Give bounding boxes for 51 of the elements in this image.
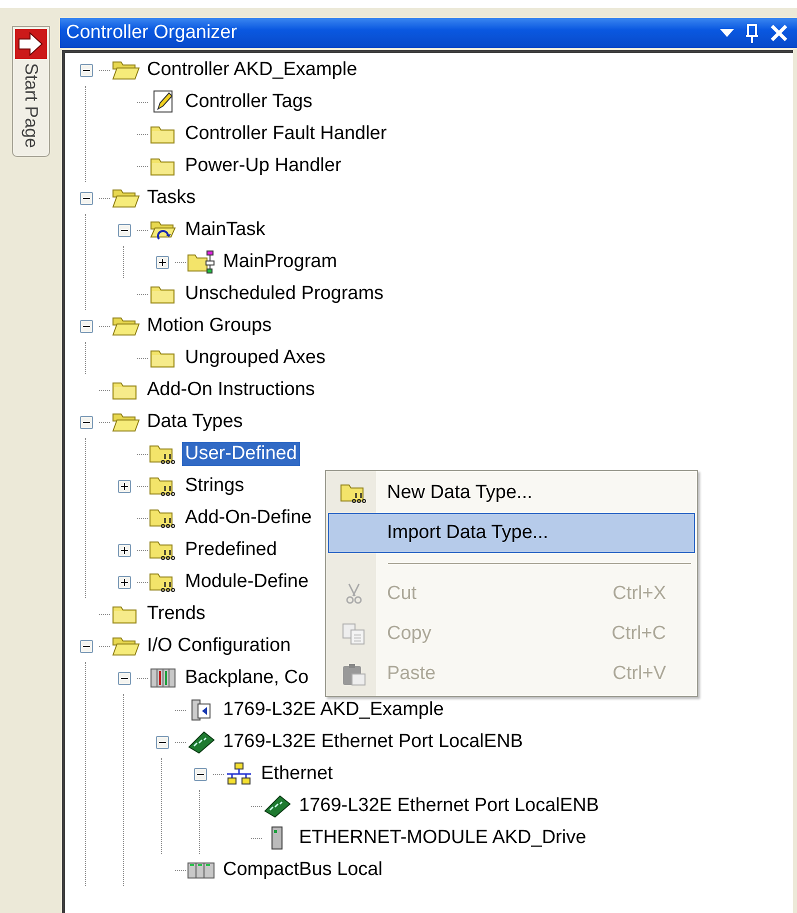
collapse-toggle[interactable] [80, 640, 92, 652]
tree-item[interactable]: Motion Groups [144, 314, 275, 338]
collapse-toggle[interactable] [118, 672, 130, 684]
menu-item[interactable]: New Data Type... [328, 473, 695, 513]
expand-toggle[interactable] [156, 256, 168, 268]
tree-item[interactable]: Data Types [144, 410, 246, 434]
tree-item[interactable]: MainProgram [220, 250, 340, 274]
tree-item[interactable]: User-Defined [182, 442, 300, 466]
tree-item[interactable]: Controller Fault Handler [182, 122, 390, 146]
network-icon [224, 761, 254, 787]
collapse-toggle[interactable] [156, 736, 168, 748]
tree-item[interactable]: Add-On Instructions [144, 378, 318, 402]
tree-item[interactable]: 1769-L32E AKD_Example [220, 698, 447, 722]
tree-item[interactable]: Backplane, Co [182, 666, 312, 690]
collapse-toggle[interactable] [118, 224, 130, 236]
arrow-right-icon [15, 29, 47, 59]
tree-item[interactable]: Ungrouped Axes [182, 346, 328, 370]
tree-item[interactable]: I/O Configuration [144, 634, 294, 658]
tree-item[interactable]: Ethernet [258, 762, 336, 786]
tree-item[interactable]: Controller Tags [182, 90, 316, 114]
collapse-toggle[interactable] [80, 320, 92, 332]
tree-item[interactable]: 1769-L32E Ethernet Port LocalENB [220, 730, 526, 754]
start-page-tab[interactable]: Start Page [12, 26, 50, 158]
tree-item[interactable]: Module-Define [182, 570, 312, 594]
collapse-toggle[interactable] [80, 416, 92, 428]
pin-icon[interactable] [745, 23, 759, 43]
tree-item[interactable]: 1769-L32E Ethernet Port LocalENB [296, 794, 602, 818]
tree-item[interactable]: Controller AKD_Example [144, 58, 360, 82]
collapse-toggle[interactable] [80, 64, 92, 76]
circuit-card-icon [186, 729, 216, 755]
tree-item[interactable]: Power-Up Handler [182, 154, 344, 178]
collapse-toggle[interactable] [194, 768, 206, 780]
tree-item[interactable]: ETHERNET-MODULE AKD_Drive [296, 826, 590, 850]
tree-item[interactable]: Add-On-Define [182, 506, 315, 530]
expand-toggle[interactable] [118, 480, 130, 492]
tree-item[interactable]: Predefined [182, 538, 280, 562]
expand-toggle[interactable] [118, 576, 130, 588]
tree-item[interactable]: MainTask [182, 218, 268, 242]
tree-item[interactable]: Trends [144, 602, 208, 626]
folder-flowchart-icon [186, 249, 216, 275]
tree-item[interactable]: CompactBus Local [220, 858, 386, 882]
close-icon[interactable] [769, 23, 789, 43]
expand-toggle[interactable] [118, 544, 130, 556]
tree-item[interactable]: Tasks [144, 186, 199, 210]
tree-item[interactable]: Unscheduled Programs [182, 282, 387, 306]
collapse-toggle[interactable] [80, 192, 92, 204]
panel-title: Controller Organizer [66, 22, 238, 44]
dropdown-caret-icon[interactable] [719, 28, 735, 38]
circuit-card-icon [262, 793, 292, 819]
menu-item[interactable]: Import Data Type... [328, 513, 695, 553]
tree-item[interactable]: Strings [182, 474, 248, 498]
